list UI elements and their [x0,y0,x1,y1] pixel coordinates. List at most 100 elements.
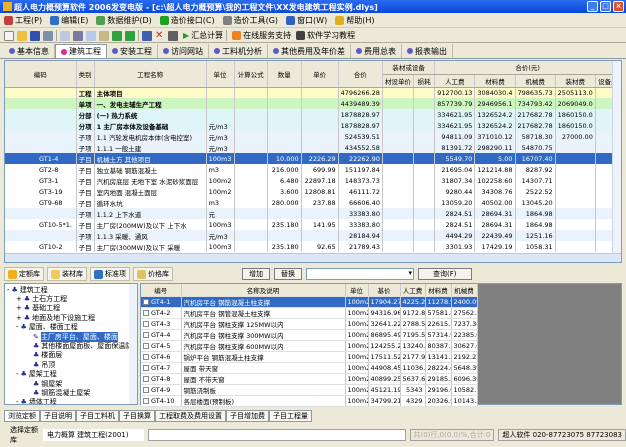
col-material[interactable]: 材料费 [474,74,516,88]
minimize-button[interactable]: _ [587,1,598,12]
row-checkbox[interactable] [143,364,149,371]
row-checkbox[interactable] [143,353,149,360]
tab-6[interactable]: 费用总表 [351,44,402,58]
tree-node[interactable]: - ♣ 屋架工程 [7,370,135,379]
col-unit[interactable]: 单位 [206,61,235,88]
table-row[interactable]: GT1-4 子目 机械土方 其他项目 100m3 10.000 2226.29 22262.… [5,153,621,164]
copy-icon[interactable] [86,30,96,41]
bottom-tab-5[interactable]: 子目增加费 [226,410,269,422]
online-support-button[interactable]: 在线服务支持 [232,30,291,41]
library-tab-1[interactable]: 装材库 [47,267,87,281]
expand-toggle-icon[interactable]: + [16,314,22,322]
move-icon[interactable] [142,30,152,41]
tree-node[interactable]: ♣ 楼面层 [7,351,135,360]
query-button[interactable]: 查询(F) [418,268,472,280]
row-checkbox[interactable] [143,397,149,404]
expand-toggle-icon[interactable]: + [16,304,22,312]
tab-3[interactable]: 访问网站 [158,44,209,58]
open-folder-icon[interactable] [17,30,27,41]
col-material[interactable]: 材料费 [425,284,452,297]
table-row[interactable]: 子项 1.1 汽轮发电机房本体(含电控室) 元/m3 524539.51 94811.0… [5,131,621,142]
print-icon[interactable] [43,30,53,41]
library-select[interactable]: 电力概算 建筑工程(2001) [42,429,144,441]
col-name[interactable]: 名称及说明 [181,284,346,297]
table-row[interactable]: 分部 (一) 热力系统 1878828.97 334621.95 1326524.2 21… [5,109,621,120]
library-tab-0[interactable]: 定额库 [4,267,44,281]
tree-node[interactable]: + ♣ 土石方工程 [7,294,135,303]
col-total[interactable]: 合价 [338,61,383,88]
tree-node[interactable]: ✎ 主厂房平台、屋面、楼面 [7,331,135,342]
calculate-button[interactable]: ▶ 汇总计算 [183,30,223,41]
expand-toggle-icon[interactable]: - [16,398,19,404]
bottom-tab-6[interactable]: 子目工程量 [269,410,312,422]
row-checkbox[interactable] [143,320,149,327]
table-row[interactable]: GT4-8 屋面 不带天窗100m240899.255637.6529185.21… [141,373,478,385]
tree-node[interactable]: + ♣ 地面及地下设施工程 [7,313,135,322]
tree-node[interactable]: ♣ 吊顶 [7,360,135,369]
add-child-icon[interactable] [125,30,135,41]
col-labor[interactable]: 人工费 [400,284,426,297]
search-dropdown[interactable] [306,268,414,280]
table-row[interactable]: GT4-10 各层楼面(预制板)100m234799.21432920326.91… [141,395,478,407]
table-row[interactable]: GT4-4 汽机房平台 钢柱支撑 300MW以内100m286895.497195… [141,329,478,341]
tree-scrollbar[interactable] [129,284,137,404]
tree-node[interactable]: - ♣ 墙体工程 [7,398,135,404]
table-row[interactable]: 子项 1.1.3 采暖、通风 元/m3 28184.94 4494.29 22439.49… [5,230,621,241]
menu-item-6[interactable]: 帮助(H) [335,15,374,26]
tree-node[interactable]: - ♣ 建筑工程 [7,285,135,294]
expand-toggle-icon[interactable]: + [16,295,22,303]
tab-5[interactable]: 其他费用及年价差 [268,44,351,58]
col-code[interactable]: 编码 [5,61,77,88]
row-checkbox[interactable] [143,331,149,338]
tutorial-button[interactable]: 软件学习教程 [296,30,355,41]
col-formula[interactable]: 计算公式 [234,61,268,88]
bottom-tab-2[interactable]: 子目工料机 [76,410,119,422]
new-file-icon[interactable] [4,30,14,41]
table-row[interactable]: GT4-7 屋面 带天窗100m244908.4511036.0328224.03… [141,362,478,374]
grid-vertical-scrollbar[interactable] [612,61,621,253]
row-checkbox[interactable] [143,386,149,393]
tab-2[interactable]: 安装工程 [107,44,158,58]
replace-button[interactable]: 替换 [274,268,302,280]
col-machine[interactable]: 机械费 [451,284,478,297]
table-row[interactable]: GT10-5*1. 子目 主厂房(200MW)及以下 上下水 100m3 235.180… [5,219,621,230]
tree-node[interactable]: + ♣ 基础工程 [7,304,135,313]
row-checkbox[interactable] [143,309,149,316]
expand-toggle-icon[interactable]: - [7,286,10,294]
col-machine[interactable]: 机械费 [515,74,556,88]
undo-icon[interactable] [60,30,70,41]
col-equip-price[interactable]: 材设单价 [382,74,414,88]
table-row[interactable]: GT9-68 子目 循环水坑 m3 280.000 237.88 66606.40 13059… [5,197,621,208]
table-row[interactable]: GT4-6 锅炉平台 钢筋混凝土柱支撑100m217511.522177.9513… [141,351,478,363]
row-checkbox[interactable] [143,298,149,305]
tree-node[interactable]: - ♣ 屋面、楼面工程 [7,323,135,332]
col-loss[interactable]: 损耗 [413,74,436,88]
col-install-mat[interactable]: 装材费 [555,74,596,88]
tab-7[interactable]: 报表输出 [402,44,453,58]
table-row[interactable]: GT4-9 钢筋浇制板100m245121.19534329196.0910582… [141,384,478,396]
tab-1[interactable]: 建筑工程 [55,44,107,58]
table-row[interactable]: 单项 一、发电主辅生产工程 4439489.39 857739.79 2946956.1… [5,98,621,109]
tab-0[interactable]: 基本信息 [4,44,55,58]
table-row[interactable]: GT3-19 子目 室内地面 混凝土面层 100m2 3.600 12808.81 4611… [5,186,621,197]
expand-toggle-icon[interactable]: - [16,370,19,378]
col-name[interactable]: 工程名称 [94,61,207,88]
table-row[interactable]: GT4-3 汽机房平台 钢柱支撑 125MW以内100m232641.222788… [141,318,478,330]
close-button[interactable]: × [613,1,624,12]
col-unit[interactable]: 单位 [345,284,369,297]
maximize-button[interactable]: □ [600,1,611,12]
save-icon[interactable] [30,30,40,41]
cut-icon[interactable] [73,30,83,41]
table-row[interactable]: GT10-2 子目 主厂房(300MW)及以下 采暖 100m3 235.180 92.6… [5,241,621,252]
menu-item-4[interactable]: 造价工具(G) [222,15,278,26]
table-row[interactable]: 子项 1.1.1 一般土建 元/m3 434552.58 81391.72 298290.… [5,142,621,153]
delete-icon[interactable]: ✕ [155,30,165,41]
col-base-price[interactable]: 基价 [368,284,401,297]
bottom-tab-0[interactable]: 浏览定额 [4,410,40,422]
menu-item-5[interactable]: 窗口(W) [286,15,327,26]
library-tab-2[interactable]: 标准项 [90,267,130,281]
col-code[interactable]: 编号 [141,284,182,297]
expand-toggle-icon[interactable]: - [16,323,19,331]
menu-item-1[interactable]: 编辑(E) [50,15,88,26]
table-row[interactable]: 分项 1 主厂房本体及设备基础 元/m3 1878828.97 334621.95 132… [5,120,621,131]
